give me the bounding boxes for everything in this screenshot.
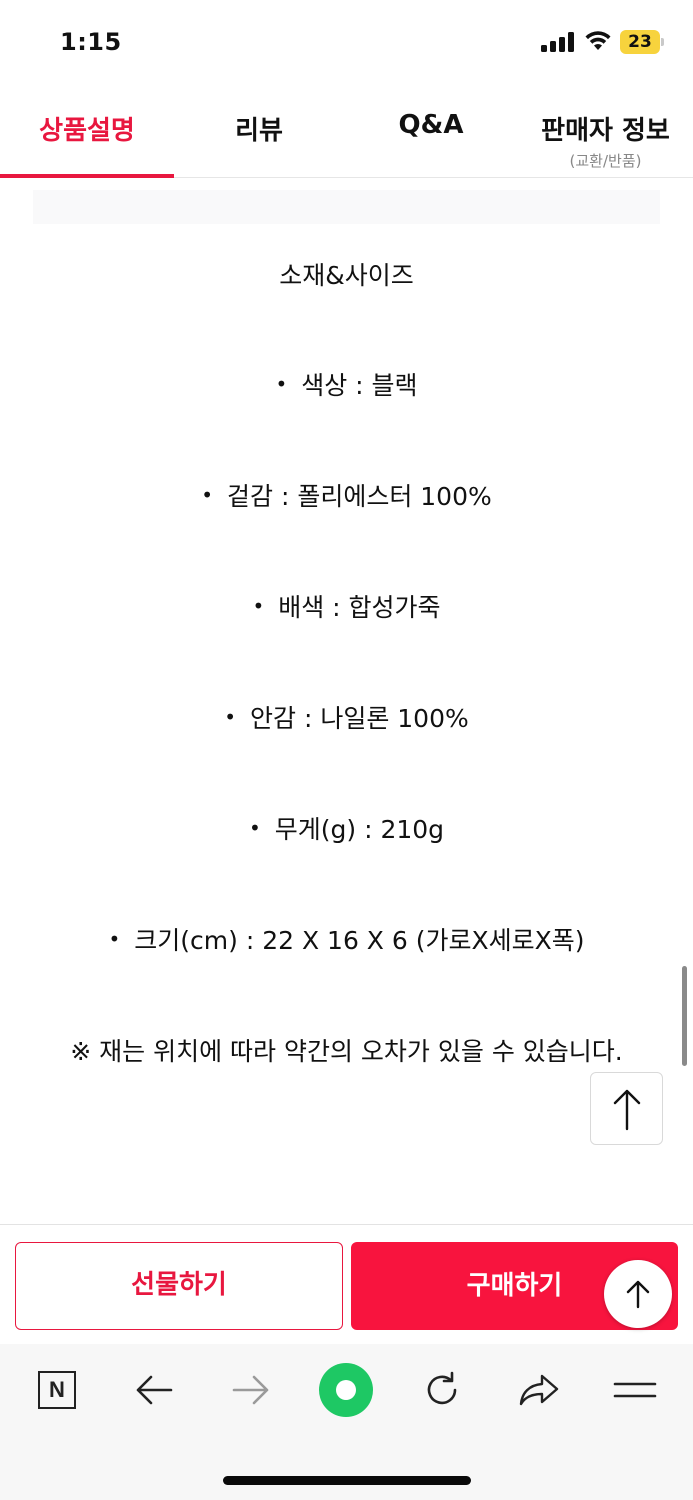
menu-button[interactable] xyxy=(611,1366,659,1414)
forward-button[interactable] xyxy=(227,1366,275,1414)
spec-text: 크기(cm) : 22 X 16 X 6 (가로X세로X폭) xyxy=(134,926,585,955)
scrollbar[interactable] xyxy=(682,966,687,1066)
scroll-up-circle-button[interactable] xyxy=(604,1260,672,1328)
tab-label: Q&A xyxy=(398,110,464,140)
home-indicator[interactable] xyxy=(223,1476,471,1485)
active-tab-indicator xyxy=(0,174,174,178)
naver-logo-icon: N xyxy=(38,1371,76,1409)
arrow-left-icon xyxy=(136,1375,173,1405)
spec-text: 배색 : 합성가죽 xyxy=(278,593,441,622)
share-button[interactable] xyxy=(515,1366,563,1414)
tab-reviews[interactable]: 리뷰 xyxy=(174,84,344,177)
arrow-up-icon xyxy=(626,1280,650,1309)
tab-qna[interactable]: Q&A xyxy=(344,84,518,177)
green-dot-button[interactable] xyxy=(316,1360,376,1420)
wifi-icon xyxy=(585,31,611,50)
arrow-right-icon xyxy=(232,1375,269,1405)
spec-text: 겉감 : 폴리에스터 100% xyxy=(227,482,492,511)
tab-product-description[interactable]: 상품설명 xyxy=(0,84,174,177)
bullet: • xyxy=(275,372,288,396)
status-time: 1:15 xyxy=(60,28,122,56)
tab-label: 리뷰 xyxy=(235,116,283,146)
battery-icon: 23 xyxy=(620,30,664,54)
arrow-up-icon xyxy=(613,1089,640,1130)
spec-text: 안감 : 나일론 100% xyxy=(250,704,469,733)
hamburger-menu-icon xyxy=(613,1382,657,1398)
spec-item: • 겉감 : 폴리에스터 100% xyxy=(0,477,693,513)
battery-level: 23 xyxy=(620,30,660,54)
purchase-bar: 선물하기 구매하기 xyxy=(0,1224,693,1344)
tab-sublabel: (교환/반품) xyxy=(569,152,642,170)
tab-seller-info[interactable]: 판매자 정보 (교환/반품) xyxy=(518,84,693,177)
section-heading: 소재&사이즈 xyxy=(279,261,414,290)
spec-item: • 색상 : 블랙 xyxy=(0,366,693,402)
refresh-icon xyxy=(427,1371,457,1405)
spec-text: 무게(g) : 210g xyxy=(274,815,445,844)
measurement-note: ※ 재는 위치에 따라 약간의 오차가 있을 수 있습니다. xyxy=(70,1037,623,1066)
scroll-to-top-button[interactable] xyxy=(590,1072,663,1145)
content-top-band xyxy=(33,190,660,224)
status-bar: 1:15 23 xyxy=(0,0,693,84)
spec-item: • 크기(cm) : 22 X 16 X 6 (가로X세로X폭) xyxy=(0,921,693,957)
naver-logo-letter: N xyxy=(49,1377,65,1402)
product-tabs: 상품설명 리뷰 Q&A 판매자 정보 (교환/반품) xyxy=(0,84,693,178)
bullet: • xyxy=(108,927,121,951)
share-arrow-icon xyxy=(519,1374,559,1406)
back-button[interactable] xyxy=(130,1366,178,1414)
refresh-button[interactable] xyxy=(418,1366,466,1414)
cellular-signal-icon xyxy=(541,32,577,52)
spec-text: 색상 : 블랙 xyxy=(301,371,418,400)
green-dot-icon xyxy=(319,1363,373,1417)
spec-item: • 안감 : 나일론 100% xyxy=(0,699,693,735)
bullet: • xyxy=(224,705,237,729)
spec-item: • 무게(g) : 210g xyxy=(0,810,693,846)
spec-item: • 배색 : 합성가죽 xyxy=(0,588,693,624)
tab-label: 상품설명 xyxy=(39,116,135,146)
bullet: • xyxy=(252,594,265,618)
gift-button[interactable]: 선물하기 xyxy=(15,1242,343,1330)
tab-label: 판매자 정보 xyxy=(541,116,670,146)
naver-home-button[interactable]: N xyxy=(33,1366,81,1414)
bullet: • xyxy=(201,483,214,507)
bullet: • xyxy=(248,816,261,840)
